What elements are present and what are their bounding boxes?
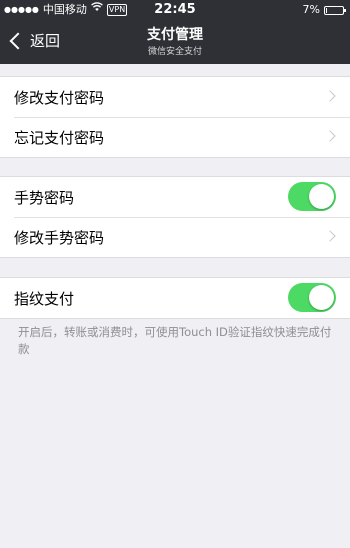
fingerprint-footnote: 开启后，转账或消费时，可使用Touch ID验证指纹快速完成付款 <box>18 325 332 356</box>
settings-group-password: 修改支付密码 忘记支付密码 <box>0 76 350 158</box>
top-bar: ●●●●● 中国移动 VPN 22:45 7% 返回 支付管理 微信安全支付 <box>0 0 350 64</box>
toggle-knob <box>309 285 334 310</box>
settings-group-gesture: 手势密码 修改手势密码 <box>0 176 350 258</box>
page-subtitle: 微信安全支付 <box>147 47 202 57</box>
chevron-right-icon <box>324 230 336 242</box>
page-title: 支付管理 <box>147 27 203 43</box>
battery-percent: 7% <box>302 3 320 16</box>
status-time: 22:45 <box>154 2 196 17</box>
fingerprint-pay-toggle[interactable] <box>288 283 336 312</box>
chevron-right-icon <box>324 90 336 102</box>
row-gesture-password: 手势密码 <box>0 177 350 217</box>
row-label: 修改支付密码 <box>14 88 105 107</box>
row-label: 修改手势密码 <box>14 228 105 247</box>
battery-icon <box>324 5 346 15</box>
settings-group-fingerprint: 指纹支付 <box>0 277 350 319</box>
gesture-password-toggle[interactable] <box>288 182 336 211</box>
row-change-gesture-password[interactable]: 修改手势密码 <box>0 217 350 257</box>
battery-level-fill <box>326 7 327 13</box>
status-bar: ●●●●● 中国移动 VPN 22:45 7% <box>0 0 350 20</box>
row-fingerprint-pay: 指纹支付 <box>0 278 350 318</box>
row-label: 手势密码 <box>14 188 75 207</box>
row-forgot-pay-password[interactable]: 忘记支付密码 <box>0 117 350 157</box>
toggle-knob <box>309 184 334 209</box>
row-change-pay-password[interactable]: 修改支付密码 <box>0 77 350 117</box>
row-label: 忘记支付密码 <box>14 128 105 147</box>
status-bar-right: 7% <box>302 0 346 20</box>
row-label: 指纹支付 <box>14 289 75 308</box>
navigation-bar: 返回 支付管理 微信安全支付 <box>0 20 350 64</box>
chevron-right-icon <box>324 130 336 142</box>
